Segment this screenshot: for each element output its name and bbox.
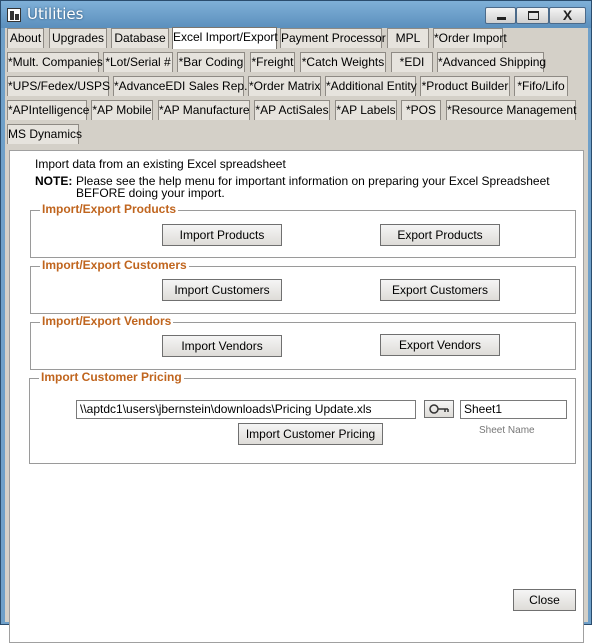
import-customer-pricing-button[interactable]: Import Customer Pricing [238,423,383,445]
tab-additional-entity[interactable]: *Additional Entity [325,76,417,96]
maximize-icon [528,11,539,20]
sheet-name-input[interactable]: Sheet1 [460,400,567,419]
tab-resource-management[interactable]: *Resource Management [446,100,576,120]
dialog-body: About Upgrades Database Excel Import/Exp… [5,27,588,643]
export-products-button[interactable]: Export Products [380,224,500,246]
tab-ms-dynamics[interactable]: MS Dynamics [7,124,82,144]
maximize-button[interactable] [516,7,549,24]
tab-mult-companies[interactable]: *Mult. Companies [7,52,103,72]
tab-excel-import-export[interactable]: Excel Import/Export [172,27,278,49]
tab-freight[interactable]: *Freight [250,52,295,72]
note-line-2: BEFORE doing your import. [76,186,225,200]
tab-ap-mobile[interactable]: *AP Mobile [91,100,153,120]
minimize-icon [497,17,506,20]
app-icon [7,8,21,22]
tab-edi[interactable]: *EDI [391,52,433,72]
import-customers-button[interactable]: Import Customers [162,279,282,301]
tab-upgrades[interactable]: Upgrades [49,28,107,48]
tab-fifo-lifo[interactable]: *Fifo/Lifo [514,76,568,96]
tab-apintelligence[interactable]: *APIntelligence [7,100,89,120]
customers-group-title: Import/Export Customers [40,258,189,272]
tab-database[interactable]: Database [111,28,169,48]
import-vendors-button[interactable]: Import Vendors [162,335,282,357]
tab-product-builder[interactable]: *Product Builder [420,76,510,96]
tab-order-matrix[interactable]: *Order Matrix [248,76,321,96]
tab-ap-labels[interactable]: *AP Labels [335,100,397,120]
note-label: NOTE: [35,174,73,188]
tab-ap-actisales[interactable]: *AP ActiSales [254,100,330,120]
tab-payment-processor[interactable]: Payment Processor [280,28,386,48]
products-group-title: Import/Export Products [40,202,179,216]
title-bar[interactable]: Utilities X [1,1,591,28]
vendors-group: Import/Export Vendors Import Vendors Exp… [30,314,576,370]
customer-pricing-group-title: Import Customer Pricing [39,370,184,384]
close-button[interactable]: Close [513,589,576,611]
tab-bar-coding[interactable]: *Bar Coding [177,52,245,72]
import-products-button[interactable]: Import Products [162,224,282,246]
window-title: Utilities [27,5,84,23]
file-path-input[interactable]: \\aptdc1\users\jbernstein\downloads\Pric… [76,400,416,419]
browse-key-icon [429,404,449,414]
browse-button[interactable] [424,400,454,418]
tab-catch-weights[interactable]: *Catch Weights [300,52,386,72]
tab-ap-manufacture[interactable]: *AP Manufacture [158,100,250,120]
tab-advanced-shipping[interactable]: *Advanced Shipping [437,52,546,72]
vendors-group-title: Import/Export Vendors [40,314,174,328]
customers-group: Import/Export Customers Import Customers… [30,258,576,314]
export-vendors-button[interactable]: Export Vendors [380,334,500,356]
excel-import-export-panel: Import data from an existing Excel sprea… [9,150,584,643]
customer-pricing-group: Import Customer Pricing \\aptdc1\users\j… [29,370,576,464]
intro-text: Import data from an existing Excel sprea… [35,157,286,171]
sheet-name-caption: Sheet Name [479,425,535,436]
products-group: Import/Export Products Import Products E… [30,202,576,258]
tab-advanceedi-sales-rep[interactable]: *AdvanceEDI Sales Rep. [113,76,247,96]
close-window-button[interactable]: X [549,7,586,24]
tab-mpl[interactable]: MPL [387,28,429,48]
tab-lot-serial[interactable]: *Lot/Serial # [103,52,173,72]
minimize-button[interactable] [485,7,516,24]
tab-ups-fedex-usps[interactable]: *UPS/Fedex/USPS [7,76,110,96]
utilities-window: Utilities X About Upgrades Database Exce… [0,0,592,643]
tab-order-import[interactable]: *Order Import [433,28,507,48]
tab-pos[interactable]: *POS [401,100,441,120]
close-icon: X [562,7,573,23]
tab-about[interactable]: About [7,28,44,48]
export-customers-button[interactable]: Export Customers [380,279,500,301]
